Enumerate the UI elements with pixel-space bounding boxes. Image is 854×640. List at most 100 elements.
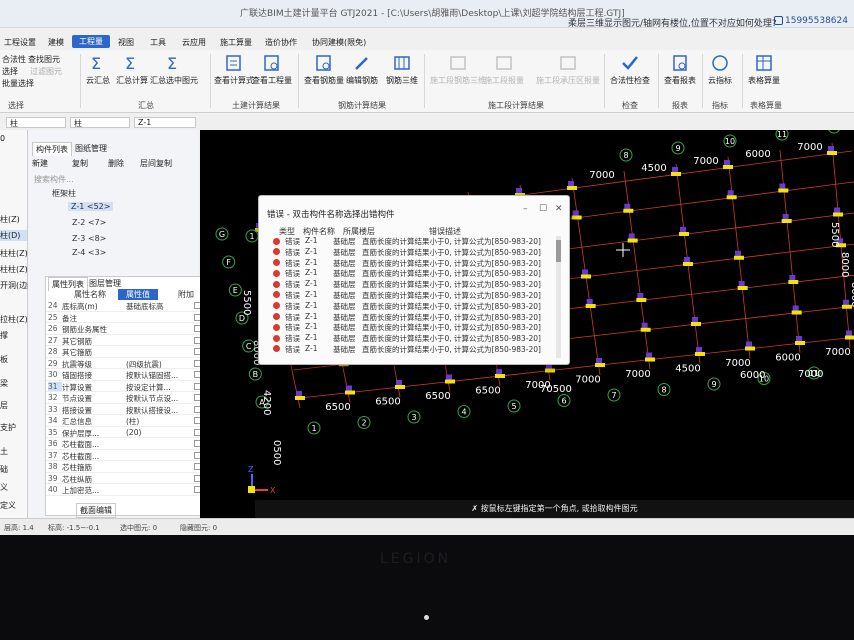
- tree-item-z2[interactable]: Z-2 <7>: [72, 218, 106, 227]
- error-component[interactable]: Z-1: [305, 268, 317, 277]
- tree-item-z1[interactable]: Z-1 <52>: [68, 202, 114, 211]
- property-row[interactable]: 28 其它箍筋: [46, 347, 204, 358]
- property-value[interactable]: 按默认搭接设...: [126, 405, 188, 416]
- component-select[interactable]: Z-1: [134, 117, 196, 128]
- error-row[interactable]: 错误 Z-1 基础层 直筋长度的计算结果小于0, 计算公式为[850-983-20]: [271, 247, 556, 258]
- tree-item-z3[interactable]: Z-3 <8>: [72, 234, 106, 243]
- view-quantity-button[interactable]: 查看工程量: [252, 54, 292, 86]
- nav-item[interactable]: 拉柱(Z): [0, 314, 28, 325]
- error-component[interactable]: Z-1: [305, 258, 317, 267]
- scroll-thumb[interactable]: [556, 240, 561, 262]
- dialog-scrollbar[interactable]: [556, 236, 561, 358]
- tab-section-edit[interactable]: 截面编辑: [76, 503, 116, 518]
- menu-modeling[interactable]: 建模: [48, 37, 64, 48]
- nav-item-active[interactable]: 柱(D): [0, 230, 27, 241]
- legality-check-button[interactable]: 合法性检查: [610, 54, 650, 86]
- table-calc-button[interactable]: 表格算量: [748, 54, 780, 86]
- error-row[interactable]: 错误 Z-1 基础层 直筋长度的计算结果小于0, 计算公式为[850-983-20]: [271, 322, 556, 333]
- copy-button[interactable]: 复制: [72, 158, 88, 169]
- property-value[interactable]: (20): [126, 428, 188, 437]
- menu-collab-modeling[interactable]: 协同建模(限免): [312, 37, 366, 48]
- menu-cloud[interactable]: 云应用: [182, 37, 206, 48]
- notice-text[interactable]: 柔层三维显示图元/轴网有楼位,位置不对应如何处理?: [568, 16, 777, 29]
- error-component[interactable]: Z-1: [305, 344, 317, 353]
- property-row[interactable]: 31 计算设置 按设定计算...: [46, 381, 204, 393]
- error-component[interactable]: Z-1: [305, 290, 317, 299]
- find-element-cmd[interactable]: 查找图元: [28, 54, 60, 65]
- const-zone-report-button[interactable]: 施工段承压区报量: [536, 54, 600, 86]
- error-row[interactable]: 错误 Z-1 基础层 直筋长度的计算结果小于0, 计算公式为[850-983-20]: [271, 279, 556, 290]
- new-button[interactable]: 新建: [32, 158, 48, 169]
- type-select[interactable]: 柱: [70, 117, 130, 128]
- nav-item[interactable]: 梁: [0, 378, 8, 389]
- view-report-button[interactable]: 查看报表: [664, 54, 696, 86]
- menu-construction[interactable]: 施工算量: [220, 37, 252, 48]
- property-value[interactable]: 按默认节点设...: [126, 393, 188, 404]
- error-row[interactable]: 错误 Z-1 基础层 直筋长度的计算结果小于0, 计算公式为[850-983-20]: [271, 268, 556, 279]
- error-row[interactable]: 错误 Z-1 基础层 直筋长度的计算结果小于0, 计算公式为[850-983-20]: [271, 344, 556, 355]
- menu-view[interactable]: 视图: [118, 37, 134, 48]
- property-value[interactable]: (柱): [126, 416, 188, 427]
- summary-calc-button[interactable]: Σ 汇总计算: [116, 54, 148, 86]
- tab-drawing-manage[interactable]: 图纸管理: [72, 142, 110, 155]
- edit-rebar-button[interactable]: 编辑钢筋: [346, 54, 378, 86]
- menu-tools[interactable]: 工具: [150, 37, 166, 48]
- error-component[interactable]: Z-1: [305, 279, 317, 288]
- property-value[interactable]: 基础底标高: [126, 301, 188, 312]
- cloud-summary-button[interactable]: Σ 云汇总: [86, 54, 110, 86]
- nav-item[interactable]: 义: [0, 482, 8, 493]
- menu-project-settings[interactable]: 工程设置: [4, 37, 36, 48]
- error-row[interactable]: 错误 Z-1 基础层 直筋长度的计算结果小于0, 计算公式为[850-983-20]: [271, 290, 556, 301]
- legality-cmd[interactable]: 合法性: [2, 54, 26, 65]
- nav-item[interactable]: 层: [0, 400, 8, 411]
- nav-item[interactable]: 柱(Z): [0, 214, 20, 225]
- nav-item[interactable]: 柱柱(Z): [0, 248, 28, 259]
- property-row[interactable]: 32 节点设置 按默认节点设...: [46, 393, 204, 404]
- error-component[interactable]: Z-1: [305, 301, 317, 310]
- property-row[interactable]: 38 芯柱箍筋: [46, 462, 204, 473]
- search-input[interactable]: 搜索构件...: [34, 174, 74, 185]
- nav-item[interactable]: 土: [0, 446, 8, 457]
- property-row[interactable]: 35 保护层厚... (20): [46, 428, 204, 439]
- property-value[interactable]: (四级抗震): [126, 359, 188, 370]
- nav-item[interactable]: 板: [0, 354, 8, 365]
- nav-item[interactable]: 定义: [0, 500, 16, 511]
- nav-item[interactable]: 柱柱(Z): [0, 264, 28, 275]
- error-component[interactable]: Z-1: [305, 322, 317, 331]
- floor-copy-button[interactable]: 层间复制: [140, 158, 172, 169]
- tab-component-list[interactable]: 构件列表: [32, 142, 72, 156]
- property-value[interactable]: 按默认锚固搭...: [126, 370, 188, 381]
- minimize-icon[interactable]: –: [523, 204, 528, 214]
- maximize-icon[interactable]: ☐: [539, 204, 547, 214]
- property-row[interactable]: 39 芯柱纵筋: [46, 474, 204, 485]
- property-row[interactable]: 34 汇总信息 (柱): [46, 416, 204, 427]
- const-report-button[interactable]: 施工段报量: [484, 54, 524, 86]
- batch-select-cmd[interactable]: 批量选择: [2, 78, 34, 89]
- property-row[interactable]: 27 其它钢筋: [46, 336, 204, 347]
- error-component[interactable]: Z-1: [305, 236, 317, 245]
- nav-item[interactable]: 0: [0, 134, 5, 143]
- menu-quantity[interactable]: 工程量: [72, 35, 110, 48]
- property-row[interactable]: 33 搭接设置 按默认搭接设...: [46, 405, 204, 416]
- tree-item-z4[interactable]: Z-4 <3>: [72, 248, 106, 257]
- nav-item[interactable]: 支护: [0, 422, 16, 433]
- error-component[interactable]: Z-1: [305, 247, 317, 256]
- property-row[interactable]: 25 备注: [46, 313, 204, 324]
- account-phone[interactable]: 15995538624: [785, 16, 848, 26]
- summary-selected-button[interactable]: Σ 汇总选中图元: [150, 54, 198, 86]
- property-row[interactable]: 30 锚固搭接 按默认锚固搭...: [46, 370, 204, 381]
- cloud-index-button[interactable]: 云指标: [708, 54, 732, 86]
- select-cmd[interactable]: 选择: [2, 66, 18, 77]
- property-value[interactable]: 按设定计算...: [126, 382, 188, 393]
- property-row[interactable]: 40 上加密范...: [46, 485, 204, 496]
- property-row[interactable]: 36 芯柱截面...: [46, 439, 204, 450]
- filter-element-cmd[interactable]: 过滤图元: [30, 66, 62, 77]
- error-row[interactable]: 错误 Z-1 基础层 直筋长度的计算结果小于0, 计算公式为[850-983-20]: [271, 258, 556, 269]
- error-row[interactable]: 错误 Z-1 基础层 直筋长度的计算结果小于0, 计算公式为[850-983-20]: [271, 312, 556, 323]
- nav-item[interactable]: 础: [0, 464, 8, 475]
- property-row[interactable]: 24 底标高(m) 基础底标高: [46, 301, 204, 312]
- delete-button[interactable]: 删除: [108, 158, 124, 169]
- menu-cost-collab[interactable]: 造价协作: [265, 37, 297, 48]
- property-row[interactable]: 29 抗震等级 (四级抗震): [46, 359, 204, 370]
- property-row[interactable]: 26 钢筋业务属性: [46, 324, 204, 335]
